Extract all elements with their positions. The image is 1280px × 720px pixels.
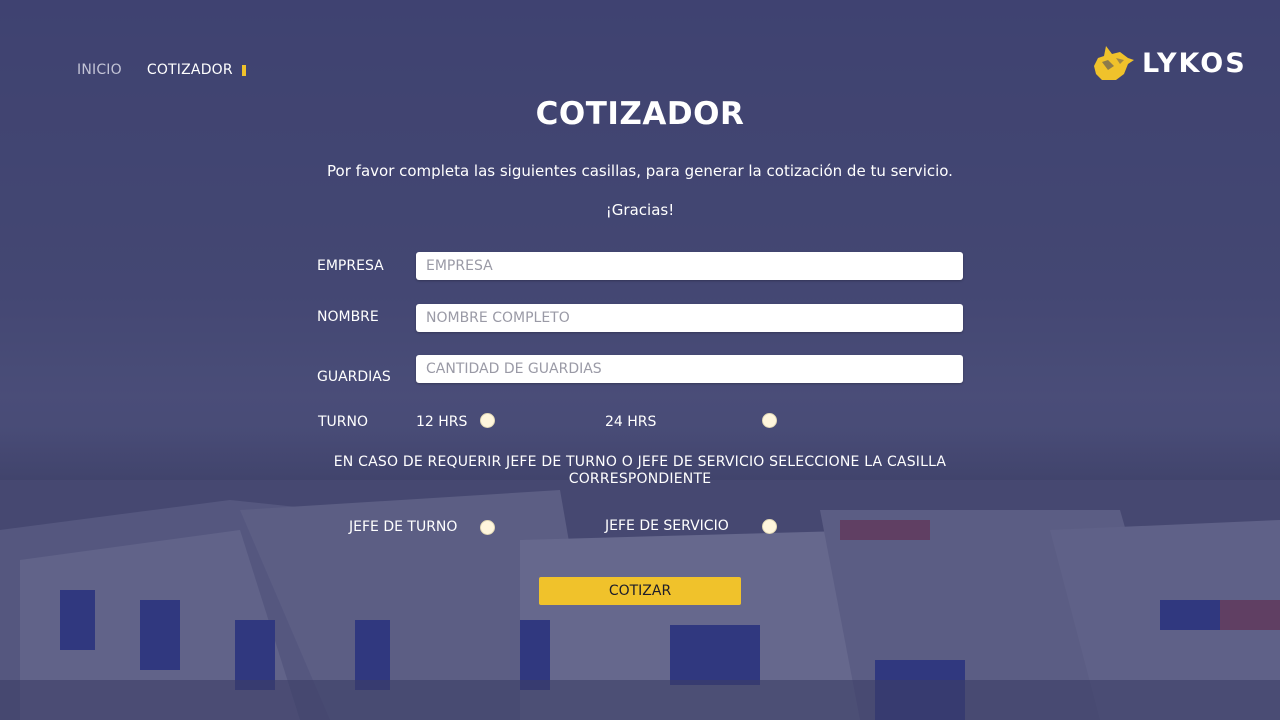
nombre-input[interactable] <box>416 304 963 332</box>
nav-item-inicio[interactable]: INICIO <box>77 62 122 78</box>
top-nav: INICIO COTIZADOR <box>77 62 246 78</box>
turno-24-radio[interactable] <box>762 413 777 428</box>
jefe-turno-label: JEFE DE TURNO <box>349 519 458 535</box>
jefe-servicio-label: JEFE DE SERVICIO <box>605 518 729 534</box>
jefe-turno-radio[interactable] <box>480 520 495 535</box>
nav-item-cotizador[interactable]: COTIZADOR <box>147 62 246 78</box>
intro-text: Por favor completa las siguientes casill… <box>327 162 953 180</box>
active-nav-marker <box>241 64 246 76</box>
guardias-label: GUARDIAS <box>317 369 391 385</box>
cotizar-button[interactable]: COTIZAR <box>539 577 741 605</box>
turno-24-label: 24 HRS <box>605 414 657 430</box>
brand-name: LYKOS <box>1142 47 1247 79</box>
thanks-text: ¡Gracias! <box>605 201 675 219</box>
turno-label: TURNO <box>318 414 369 430</box>
page-title: COTIZADOR <box>535 96 745 132</box>
wolf-head-icon <box>1094 46 1134 80</box>
brand-logo[interactable]: LYKOS <box>1094 44 1247 82</box>
empresa-label: EMPRESA <box>317 258 384 274</box>
turno-12-label: 12 HRS <box>416 414 468 430</box>
nav-item-cotizador-label: COTIZADOR <box>146 62 233 78</box>
turno-12-radio[interactable] <box>480 413 495 428</box>
empresa-input[interactable] <box>416 252 963 280</box>
guardias-input[interactable] <box>416 355 963 383</box>
nombre-label: NOMBRE <box>317 309 379 325</box>
jefe-servicio-radio[interactable] <box>762 519 777 534</box>
jefe-notice: EN CASO DE REQUERIR JEFE DE TURNO O JEFE… <box>333 454 947 487</box>
